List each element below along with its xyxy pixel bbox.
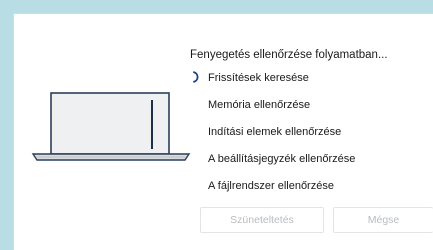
- step-label: A beállításjegyzék ellenőrzése: [208, 153, 356, 165]
- step-label: Indítási elemek ellenőrzése: [208, 126, 342, 138]
- step-label: A fájlrendszer ellenőrzése: [208, 180, 334, 192]
- dialog-buttons: Szüneteltetés Mégse: [190, 207, 433, 235]
- laptop-icon: [31, 92, 191, 161]
- step-label: Memória ellenőrzése: [208, 99, 311, 111]
- pause-button[interactable]: Szüneteltetés: [200, 207, 324, 233]
- cancel-button[interactable]: Mégse: [333, 207, 433, 233]
- scan-dialog: Fenyegetés ellenőrzése folyamatban... Fr…: [13, 13, 433, 250]
- step-label: Frissítések keresése: [208, 72, 309, 84]
- dialog-title: Fenyegetés ellenőrzése folyamatban...: [190, 49, 388, 61]
- spinner-icon: [193, 71, 199, 83]
